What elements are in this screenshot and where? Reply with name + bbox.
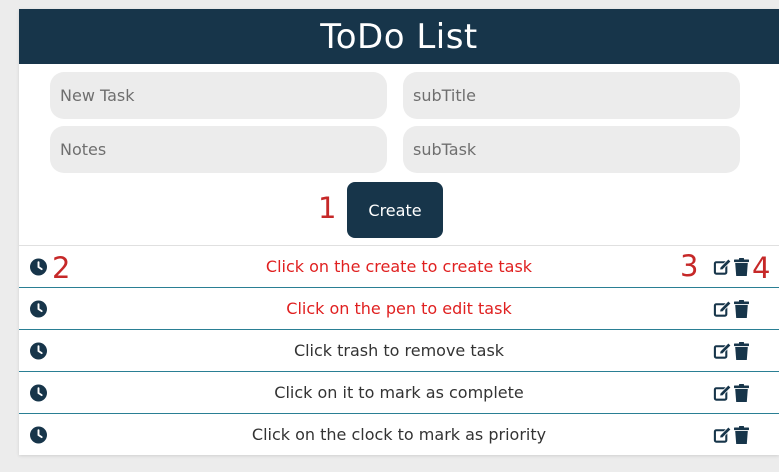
edit-icon[interactable]	[713, 257, 732, 276]
subtask-input[interactable]	[403, 126, 740, 173]
clock-icon[interactable]	[30, 300, 47, 317]
clock-icon[interactable]	[30, 342, 47, 359]
notes-input[interactable]	[50, 126, 387, 173]
annotation-create: 1	[318, 191, 337, 225]
task-text[interactable]: Click on it to mark as complete	[274, 383, 523, 402]
task-text[interactable]: Click trash to remove task	[294, 341, 504, 360]
task-text[interactable]: Click on the pen to edit task	[286, 299, 511, 318]
task-form: Create	[19, 64, 779, 245]
task-row: Click on the pen to edit task	[19, 287, 779, 329]
todo-card: ToDo List Create Click on the create to …	[19, 9, 779, 455]
trash-icon[interactable]	[734, 425, 749, 444]
task-actions	[713, 383, 749, 402]
app-header: ToDo List	[19, 9, 779, 64]
clock-icon[interactable]	[30, 258, 47, 275]
edit-icon[interactable]	[713, 299, 732, 318]
annotation-clock: 2	[52, 251, 71, 285]
trash-icon[interactable]	[734, 257, 749, 276]
clock-icon[interactable]	[30, 426, 47, 443]
task-row: Click on the create to create task	[19, 245, 779, 287]
task-actions	[713, 299, 749, 318]
trash-icon[interactable]	[734, 299, 749, 318]
task-list: Click on the create to create task Click…	[19, 245, 779, 455]
task-actions	[713, 257, 749, 276]
annotation-trash: 4	[752, 251, 771, 285]
trash-icon[interactable]	[734, 341, 749, 360]
task-actions	[713, 341, 749, 360]
clock-icon[interactable]	[30, 384, 47, 401]
task-actions	[713, 425, 749, 444]
app-title: ToDo List	[320, 16, 478, 57]
edit-icon[interactable]	[713, 425, 732, 444]
edit-icon[interactable]	[713, 341, 732, 360]
subtitle-input[interactable]	[403, 72, 740, 119]
new-task-input[interactable]	[50, 72, 387, 119]
task-row: Click on the clock to mark as priority	[19, 413, 779, 455]
task-text[interactable]: Click on the create to create task	[266, 257, 532, 276]
task-text[interactable]: Click on the clock to mark as priority	[252, 425, 546, 444]
edit-icon[interactable]	[713, 383, 732, 402]
task-row: Click trash to remove task	[19, 329, 779, 371]
annotation-edit: 3	[680, 249, 699, 283]
trash-icon[interactable]	[734, 383, 749, 402]
task-row: Click on it to mark as complete	[19, 371, 779, 413]
create-button[interactable]: Create	[347, 182, 443, 238]
